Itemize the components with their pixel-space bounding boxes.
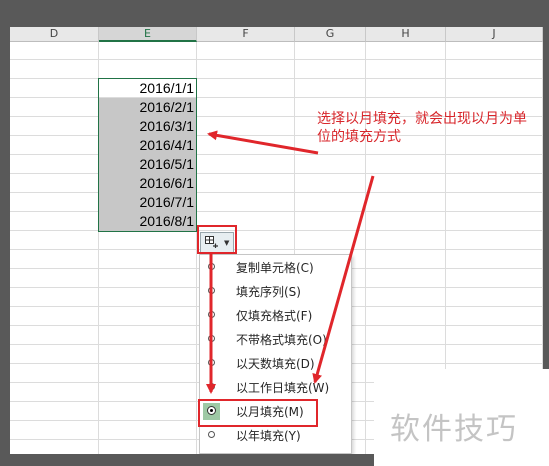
column-header-f[interactable]: F	[197, 27, 295, 42]
autofill-options-button[interactable]: ▼	[200, 232, 234, 253]
radio-icon	[208, 335, 215, 342]
date-cell-e4[interactable]: 2016/4/1	[99, 136, 196, 155]
radio-icon	[208, 311, 215, 318]
date-cell-e6[interactable]: 2016/6/1	[99, 174, 196, 193]
date-cell-e3[interactable]: 2016/3/1	[99, 117, 196, 136]
menu-item-label: 以天数填充(D)	[236, 357, 315, 371]
column-header-e[interactable]: E	[99, 27, 197, 42]
column-header-g[interactable]: G	[295, 27, 366, 42]
menu-item-label: 以年填充(Y)	[236, 429, 301, 443]
date-cell-e7[interactable]: 2016/7/1	[99, 193, 196, 212]
window-frame-left	[0, 0, 10, 466]
date-cell-e5[interactable]: 2016/5/1	[99, 155, 196, 174]
menu-item-fill-years[interactable]: 以年填充(Y)	[200, 425, 351, 447]
radio-icon	[208, 383, 215, 390]
chevron-down-icon: ▼	[224, 239, 230, 247]
menu-item-copy-cells[interactable]: 复制单元格(C)	[200, 257, 351, 279]
date-cell-e1[interactable]: 2016/1/1	[99, 79, 196, 98]
menu-item-label: 仅填充格式(F)	[236, 309, 313, 323]
radio-selected-icon	[207, 406, 216, 415]
menu-item-label: 复制单元格(C)	[236, 261, 314, 275]
date-cell-e8[interactable]: 2016/8/1	[99, 212, 196, 231]
menu-item-label: 以月填充(M)	[236, 405, 304, 419]
radio-icon	[208, 263, 215, 270]
annotation-text: 选择以月填充，就会出现以月为单位的填充方式	[317, 111, 527, 145]
menu-item-label: 以工作日填充(W)	[236, 381, 330, 395]
radio-icon	[208, 287, 215, 294]
column-header-d[interactable]: D	[10, 27, 99, 42]
autofill-options-icon	[205, 236, 218, 248]
menu-item-label: 不带格式填充(O)	[236, 333, 327, 347]
menu-item-label: 填充序列(S)	[236, 285, 301, 299]
menu-item-fill-months[interactable]: 以月填充(M)	[200, 401, 351, 423]
menu-item-fill-formatting-only[interactable]: 仅填充格式(F)	[200, 305, 351, 327]
window-frame-top	[0, 0, 549, 27]
menu-item-fill-days[interactable]: 以天数填充(D)	[200, 353, 351, 375]
radio-icon	[208, 431, 215, 438]
column-header-j[interactable]: J	[446, 27, 543, 42]
radio-icon	[208, 359, 215, 366]
watermark-text: 软件技巧	[390, 412, 518, 447]
menu-item-fill-without-formatting[interactable]: 不带格式填充(O)	[200, 329, 351, 351]
column-header-h[interactable]: H	[366, 27, 446, 42]
menu-item-fill-weekdays[interactable]: 以工作日填充(W)	[200, 377, 351, 399]
autofill-options-menu: 复制单元格(C) 填充序列(S) 仅填充格式(F) 不带格式填充(O) 以天数填…	[199, 254, 352, 454]
date-cell-e2[interactable]: 2016/2/1	[99, 98, 196, 117]
menu-item-fill-series[interactable]: 填充序列(S)	[200, 281, 351, 303]
